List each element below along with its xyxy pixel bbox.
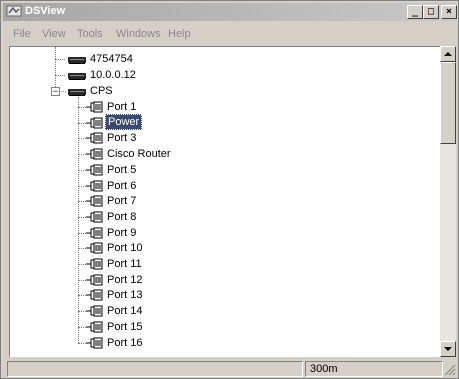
- resize-grip-icon[interactable]: [444, 364, 456, 376]
- tree-item-label: Port 5: [107, 163, 137, 176]
- tree-item-port[interactable]: Port 16: [10, 335, 440, 351]
- tree-item-port[interactable]: Port 14: [10, 303, 440, 319]
- tree-item-port[interactable]: Port 9: [10, 225, 440, 241]
- tree-item-port[interactable]: Cisco Router: [10, 146, 440, 162]
- tree-item-port[interactable]: Port 3: [10, 130, 440, 146]
- tree-item-port[interactable]: Port 8: [10, 209, 440, 225]
- tree-item-port[interactable]: Port 6: [10, 178, 440, 194]
- maximize-button[interactable]: □: [423, 5, 439, 19]
- tree-item-port[interactable]: Port 1: [10, 99, 440, 115]
- arrow-down-icon: [444, 347, 452, 351]
- tree-item-port[interactable]: Port 5: [10, 162, 440, 178]
- tree-item-port[interactable]: Port 7: [10, 193, 440, 209]
- dsview-window: DSView _ □ × File View Tools Windows Hel…: [0, 0, 459, 379]
- vertical-scrollbar[interactable]: [440, 46, 456, 357]
- tree-item-label: Port 16: [107, 336, 143, 349]
- dsview-app-icon: [6, 4, 22, 18]
- status-pane-timer: 300m: [305, 361, 443, 377]
- tree-item-label: Port 11: [107, 258, 142, 270]
- tree-item-label: 4754754: [90, 53, 133, 65]
- tree-item-label: CPS: [90, 85, 113, 97]
- tree-item-label: Cisco Router: [107, 148, 171, 161]
- tree-item-port[interactable]: Port 11: [10, 256, 440, 272]
- menu-file[interactable]: File: [13, 28, 31, 40]
- close-button[interactable]: ×: [441, 5, 457, 19]
- tree-item-label: Port 6: [107, 179, 137, 192]
- menu-windows[interactable]: Windows: [116, 28, 161, 40]
- tree-item-label: Port 10: [107, 242, 143, 255]
- collapse-icon[interactable]: −: [51, 87, 60, 96]
- status-bar: 300m: [3, 360, 456, 378]
- minimize-button[interactable]: _: [407, 5, 423, 19]
- tree-item-server[interactable]: 10.0.0.12: [10, 67, 440, 83]
- tree-item-label: Port 12: [107, 273, 143, 286]
- tree-item-port[interactable]: Power: [10, 113, 440, 131]
- arrow-up-icon: [444, 52, 452, 56]
- tree-item-port[interactable]: Port 15: [10, 319, 440, 335]
- tree-item-label: Port 15: [107, 320, 143, 333]
- scroll-up-button[interactable]: [440, 46, 456, 62]
- menu-tools[interactable]: Tools: [77, 28, 103, 40]
- status-pane-main: [7, 361, 303, 377]
- menu-view[interactable]: View: [42, 28, 66, 40]
- tree-item-label: Port 7: [107, 195, 137, 208]
- scroll-down-button[interactable]: [440, 341, 456, 357]
- tree-item-label: Port 9: [107, 226, 137, 239]
- tree-item-label: Port 13: [107, 289, 143, 302]
- tree-item-label: Port 1: [107, 101, 137, 113]
- tree-item-cps[interactable]: − CPS: [10, 83, 440, 99]
- tree-item-port[interactable]: Port 10: [10, 240, 440, 256]
- menu-help[interactable]: Help: [168, 28, 191, 40]
- scrollbar-thumb[interactable]: [440, 62, 456, 144]
- tree-item-label: Port 14: [107, 305, 143, 318]
- tree-item-server[interactable]: 4754754: [10, 51, 440, 67]
- menu-bar: File View Tools Windows Help: [3, 28, 456, 46]
- tree-item-port[interactable]: Port 13: [10, 287, 440, 303]
- tree-item-label: Port 8: [107, 210, 137, 223]
- device-tree[interactable]: 4754754 10.0.0.12 − CPS Port 1 Power Port 3 Cis…: [9, 46, 456, 357]
- tree-item-label: Power: [105, 113, 143, 130]
- window-title: DSView: [25, 5, 66, 17]
- tree-item-label: 10.0.0.12: [90, 69, 136, 81]
- tree-item-label: Port 3: [107, 132, 137, 145]
- title-bar[interactable]: DSView _ □ ×: [3, 3, 457, 21]
- tree-item-port[interactable]: Port 12: [10, 272, 440, 288]
- serial-port-icon: [86, 337, 104, 354]
